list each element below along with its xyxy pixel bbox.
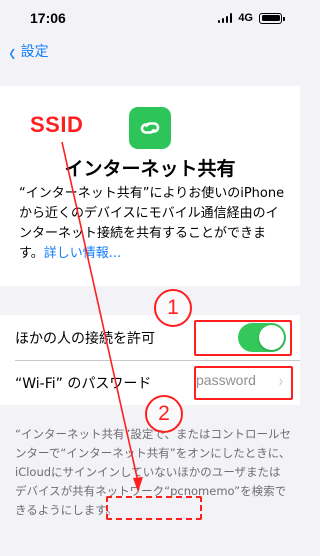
status-bar: 17:06 4G: [0, 0, 300, 36]
step-1-badge: 1: [154, 289, 192, 327]
toggle-highlight: [194, 320, 292, 356]
back-label: 設定: [20, 44, 49, 60]
page-title: インターネット共有: [64, 158, 236, 180]
link-icon: [129, 107, 171, 149]
network-type: 4G: [238, 12, 253, 24]
status-time: 17:06: [30, 10, 66, 26]
learn-more-link[interactable]: 詳しい情報...: [44, 246, 121, 261]
description: “インターネット共有”によりお使いのiPhoneから近くのデバイスにモバイル通信…: [19, 184, 287, 264]
network-name-highlight: [106, 496, 202, 520]
navigation-bar: ‹ 設定: [0, 36, 300, 70]
status-indicators: 4G: [217, 12, 285, 24]
step-2-number: 2: [158, 402, 170, 425]
back-button[interactable]: ‹ 設定: [8, 37, 49, 67]
password-highlight: [194, 366, 293, 400]
cellular-signal-icon: [217, 13, 233, 23]
step-2-badge: 2: [145, 395, 183, 433]
ssid-annotation: SSID: [30, 112, 84, 137]
allow-others-label: ほかの人の接続を許可: [15, 331, 155, 347]
battery-icon: [259, 12, 285, 24]
step-1-number: 1: [167, 296, 179, 319]
wifi-password-label: “Wi-Fi” のパスワード: [15, 376, 152, 392]
chevron-left-icon: ‹: [9, 37, 16, 67]
